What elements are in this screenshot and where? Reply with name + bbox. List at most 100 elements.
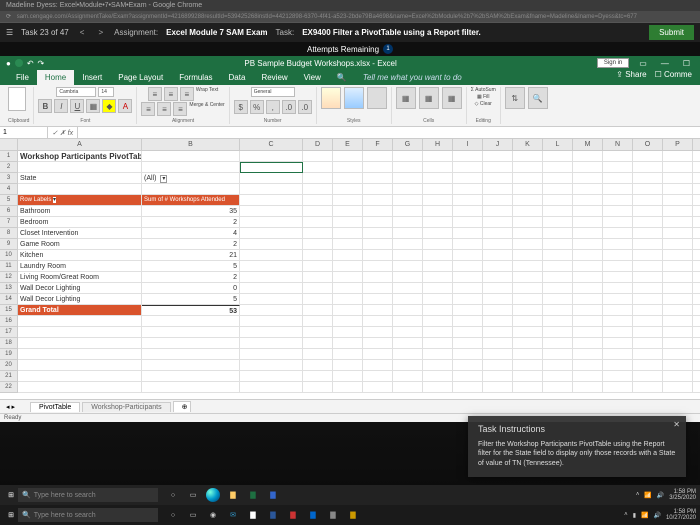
- conditional-formatting-button[interactable]: [321, 87, 341, 109]
- column-header[interactable]: E: [333, 139, 363, 151]
- cell[interactable]: [543, 162, 573, 173]
- cell[interactable]: [573, 294, 603, 305]
- cell[interactable]: [663, 151, 693, 162]
- row-header[interactable]: 15: [0, 305, 18, 316]
- app-icon-4[interactable]: ▇: [326, 508, 340, 522]
- cell[interactable]: [483, 173, 513, 184]
- cell[interactable]: [423, 206, 453, 217]
- cell[interactable]: [333, 173, 363, 184]
- cell[interactable]: [603, 239, 633, 250]
- cell[interactable]: [453, 173, 483, 184]
- column-header[interactable]: I: [453, 139, 483, 151]
- cell[interactable]: [513, 162, 543, 173]
- cell[interactable]: [393, 283, 423, 294]
- row-header[interactable]: 21: [0, 371, 18, 382]
- row-header[interactable]: 13: [0, 283, 18, 294]
- cell[interactable]: [423, 151, 453, 162]
- cell[interactable]: [603, 360, 633, 371]
- tab-view[interactable]: View: [296, 70, 329, 85]
- column-header[interactable]: M: [573, 139, 603, 151]
- cell[interactable]: [453, 151, 483, 162]
- cell[interactable]: [453, 195, 483, 206]
- cell[interactable]: [633, 184, 663, 195]
- cell[interactable]: [303, 338, 333, 349]
- cell[interactable]: [423, 360, 453, 371]
- cell[interactable]: [303, 184, 333, 195]
- cell[interactable]: [693, 173, 700, 184]
- cell[interactable]: [303, 151, 333, 162]
- cell[interactable]: [363, 250, 393, 261]
- currency-button[interactable]: $: [234, 100, 248, 114]
- cell[interactable]: [303, 239, 333, 250]
- cell[interactable]: [573, 382, 603, 393]
- fill-color-button[interactable]: ◆: [102, 99, 116, 113]
- cell[interactable]: [423, 272, 453, 283]
- column-header[interactable]: D: [303, 139, 333, 151]
- cell[interactable]: [543, 228, 573, 239]
- cell[interactable]: [663, 217, 693, 228]
- cell[interactable]: [483, 294, 513, 305]
- close-icon[interactable]: ✕: [673, 420, 680, 429]
- percent-button[interactable]: %: [250, 100, 264, 114]
- tab-file[interactable]: File: [8, 70, 37, 85]
- cell[interactable]: [423, 228, 453, 239]
- app-icon-3[interactable]: ▇: [306, 508, 320, 522]
- format-cells-button[interactable]: ▦: [442, 87, 462, 109]
- paste-button[interactable]: [8, 87, 26, 111]
- cell[interactable]: [573, 184, 603, 195]
- cell[interactable]: [240, 261, 303, 272]
- taskview-icon[interactable]: ▭: [186, 488, 200, 502]
- cell[interactable]: [603, 283, 633, 294]
- cell[interactable]: [543, 371, 573, 382]
- font-color-button[interactable]: A: [118, 99, 132, 113]
- cell[interactable]: [513, 239, 543, 250]
- cell[interactable]: [483, 151, 513, 162]
- pivot-row-label[interactable]: Living Room/Great Room: [18, 272, 142, 283]
- cell[interactable]: [393, 360, 423, 371]
- cell[interactable]: [363, 327, 393, 338]
- cell[interactable]: [663, 371, 693, 382]
- cell[interactable]: [453, 162, 483, 173]
- dec-inc-button[interactable]: .0: [282, 100, 296, 114]
- cell[interactable]: [543, 382, 573, 393]
- cell[interactable]: [453, 294, 483, 305]
- cell[interactable]: [453, 239, 483, 250]
- row-header[interactable]: 6: [0, 206, 18, 217]
- cell[interactable]: [423, 261, 453, 272]
- pivot-row-label[interactable]: Closet Intervention: [18, 228, 142, 239]
- cell[interactable]: [633, 261, 663, 272]
- cell[interactable]: [363, 217, 393, 228]
- new-sheet-button[interactable]: ⊕: [173, 401, 191, 412]
- column-header[interactable]: C: [240, 139, 303, 151]
- cell[interactable]: [693, 360, 700, 371]
- cell[interactable]: [363, 195, 393, 206]
- cell[interactable]: [333, 382, 363, 393]
- cell[interactable]: [453, 338, 483, 349]
- align-top-button[interactable]: ≡: [148, 87, 162, 101]
- cell[interactable]: [423, 184, 453, 195]
- align-mid-button[interactable]: ≡: [164, 87, 178, 101]
- cell[interactable]: [573, 327, 603, 338]
- cortana-icon-2[interactable]: ○: [166, 508, 180, 522]
- tab-home[interactable]: Home: [37, 70, 74, 85]
- tray-network-icon[interactable]: 📶: [644, 492, 651, 499]
- cell[interactable]: [543, 173, 573, 184]
- cell[interactable]: [573, 338, 603, 349]
- tab-pagelayout[interactable]: Page Layout: [110, 70, 171, 85]
- cell[interactable]: [453, 184, 483, 195]
- cell[interactable]: [303, 173, 333, 184]
- cell[interactable]: [363, 371, 393, 382]
- cell[interactable]: [693, 184, 700, 195]
- cell[interactable]: [513, 184, 543, 195]
- italic-button[interactable]: I: [54, 99, 68, 113]
- cell[interactable]: [393, 327, 423, 338]
- edge-icon[interactable]: [206, 488, 220, 502]
- cell[interactable]: [603, 316, 633, 327]
- excel-taskbar-icon[interactable]: ▇: [246, 488, 260, 502]
- cell[interactable]: [663, 360, 693, 371]
- cell[interactable]: [543, 195, 573, 206]
- cell[interactable]: [543, 316, 573, 327]
- cell[interactable]: [333, 305, 363, 316]
- cell[interactable]: [573, 272, 603, 283]
- cell[interactable]: [483, 305, 513, 316]
